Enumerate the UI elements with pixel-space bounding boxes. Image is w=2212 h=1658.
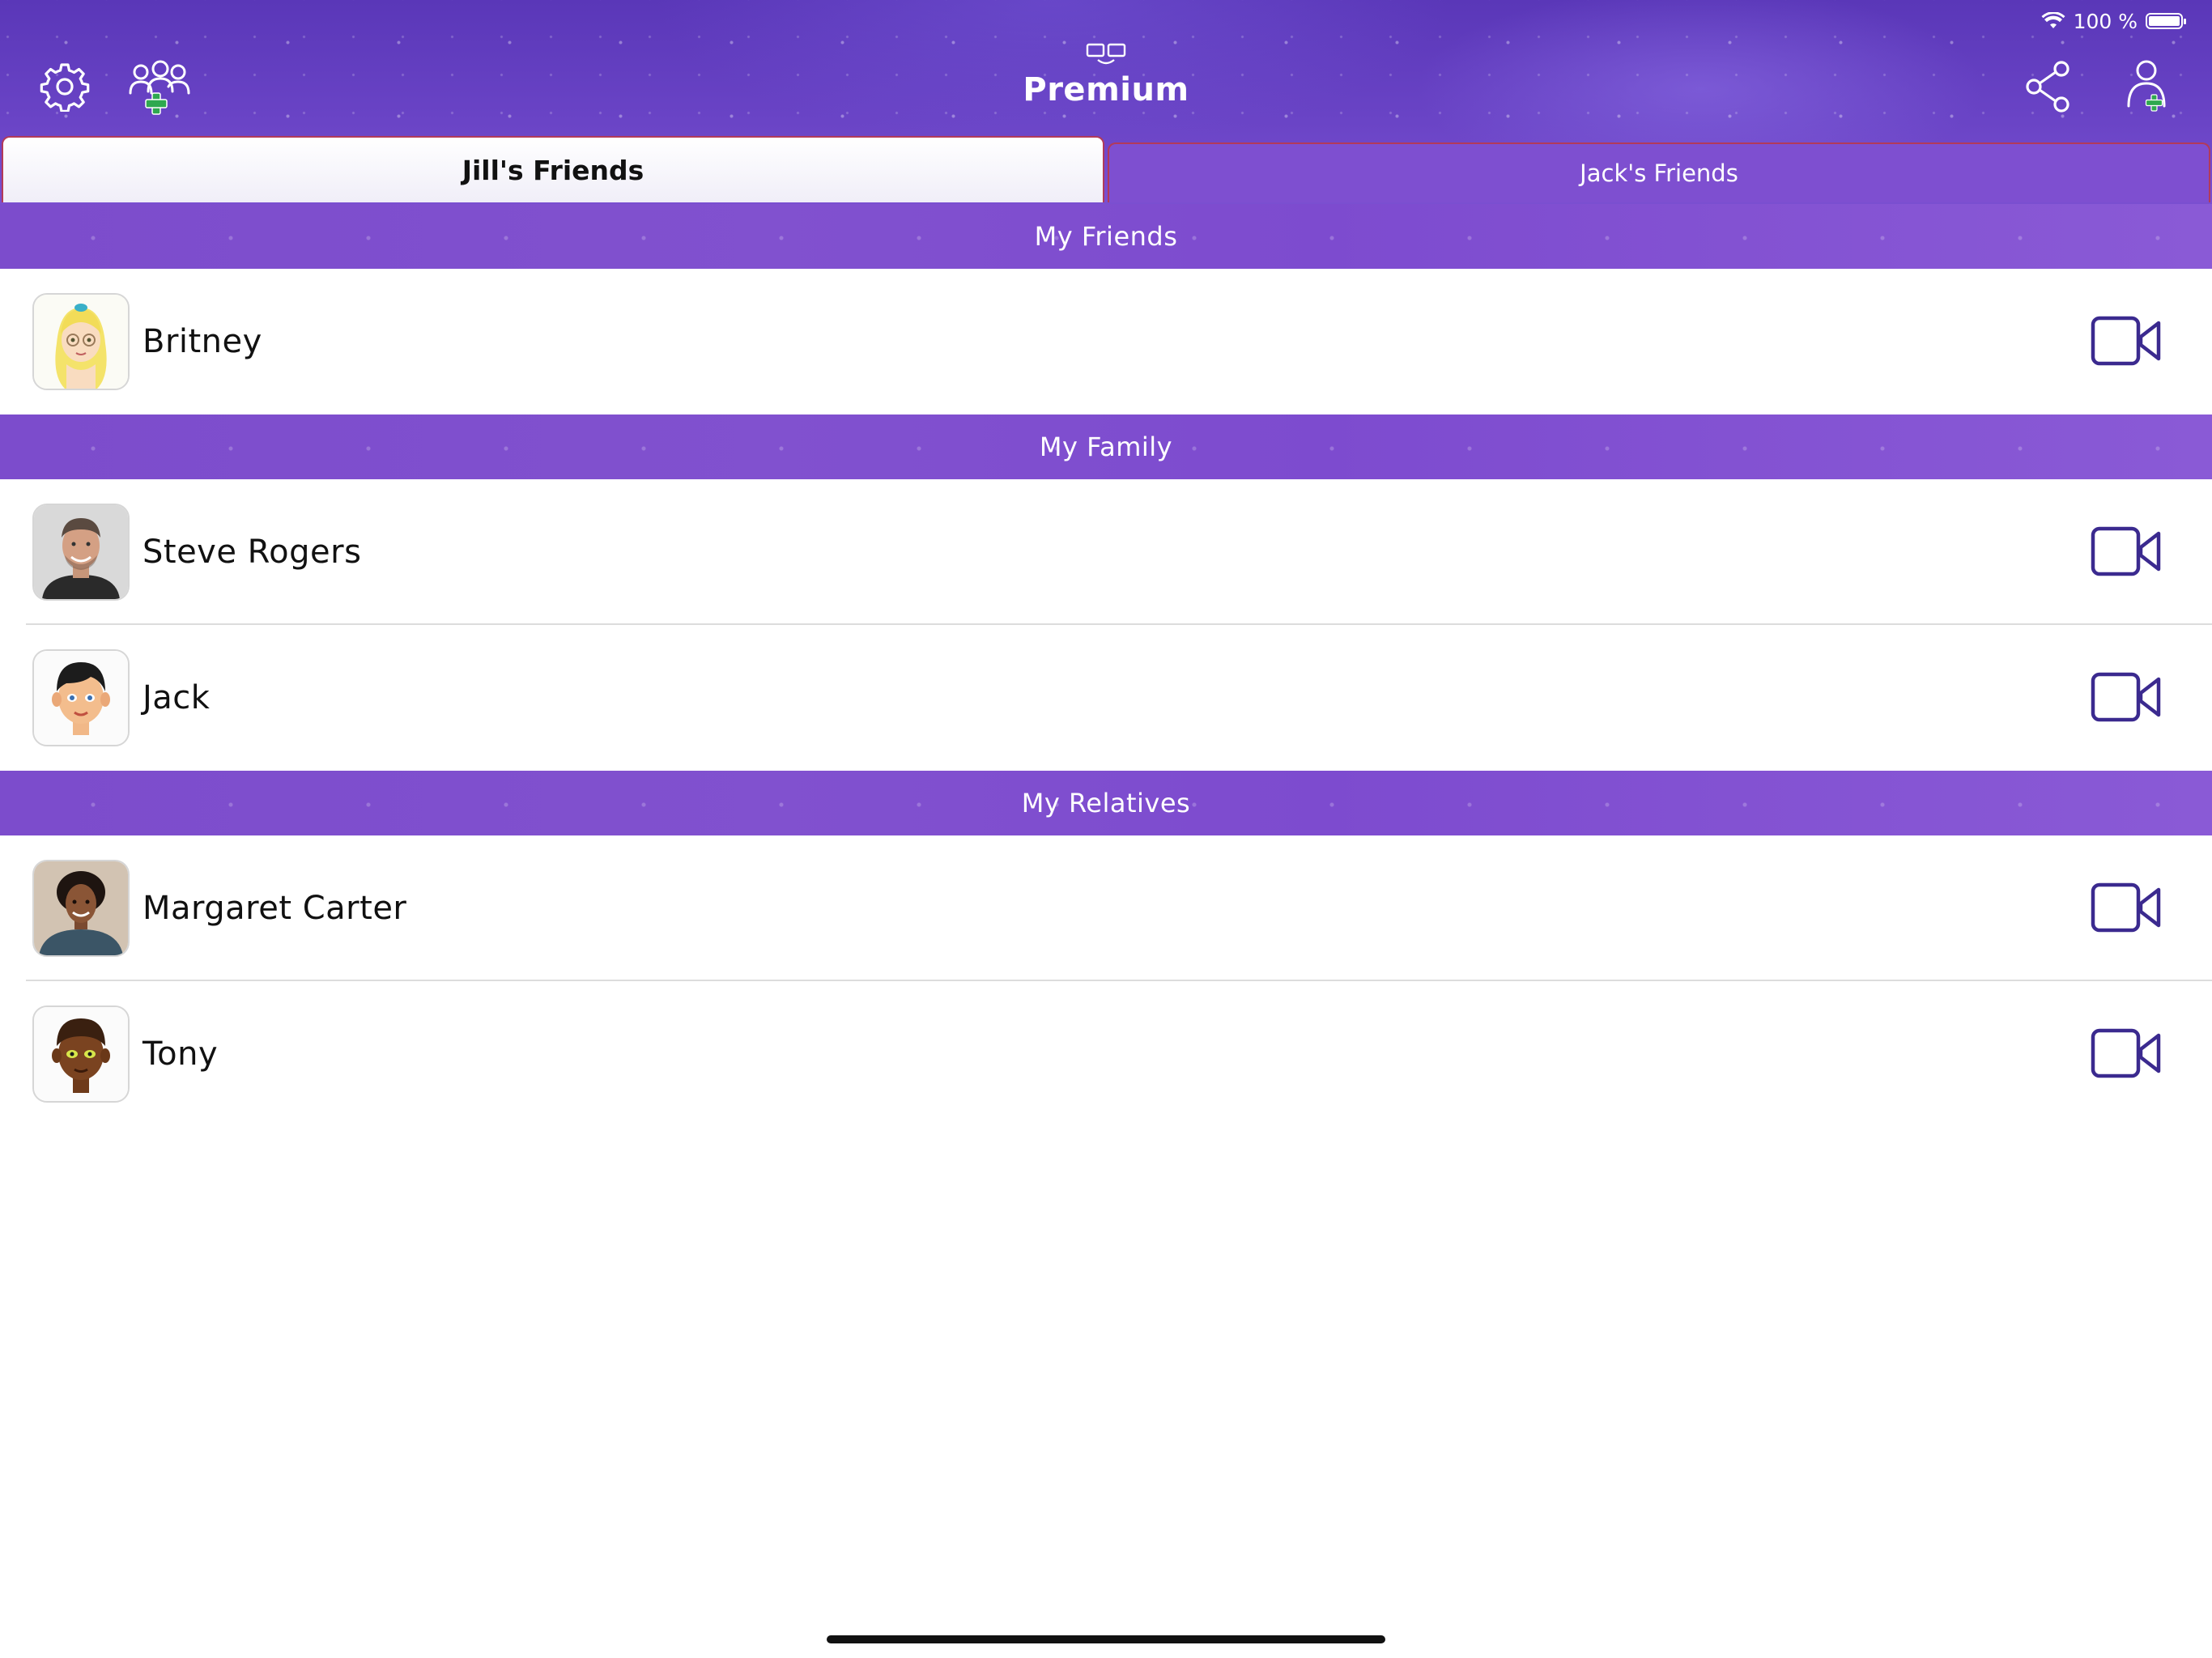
wifi-icon (2041, 12, 2065, 28)
add-user-button[interactable] (2110, 50, 2183, 123)
video-call-button[interactable] (2089, 881, 2167, 936)
video-camera-icon (2091, 316, 2161, 366)
cartoon-boy-dark-avatar[interactable] (32, 1005, 130, 1103)
tab-jills-friends[interactable]: Jill's Friends (2, 136, 1104, 202)
header-bar: 100 % Premium Jill's Friends Jack's Frie… (0, 0, 2212, 204)
video-camera-icon (2091, 882, 2161, 933)
woman-photo-avatar[interactable] (32, 860, 130, 957)
tab-label: Jill's Friends (462, 154, 644, 186)
tab-jacks-friends[interactable]: Jack's Friends (1108, 142, 2210, 202)
contact-name: Tony (143, 1035, 219, 1073)
share-icon (2026, 61, 2069, 113)
video-camera-icon (2091, 526, 2161, 576)
video-call-button[interactable] (2089, 670, 2167, 725)
section-title: My Family (1039, 432, 1173, 462)
contact-name: Margaret Carter (143, 890, 407, 927)
contact-row-britney[interactable]: Britney (0, 269, 2212, 414)
contact-name: Jack (143, 679, 211, 716)
contact-name: Steve Rogers (143, 534, 362, 571)
section-title: My Friends (1034, 221, 1178, 252)
cartoon-boy-avatar[interactable] (32, 649, 130, 746)
battery-percentage: 100 % (2073, 9, 2138, 33)
add-group-icon (129, 60, 190, 115)
premium-label: Premium (1023, 71, 1189, 108)
contact-row-tony[interactable]: Tony (0, 981, 2212, 1127)
man-photo-avatar[interactable] (32, 504, 130, 601)
tab-bar: Jill's Friends Jack's Friends (0, 136, 2212, 204)
app-root: 100 % Premium Jill's Friends Jack's Frie… (0, 0, 2212, 1658)
premium-button[interactable]: Premium (1023, 42, 1189, 115)
share-button[interactable] (2012, 50, 2085, 123)
video-call-button[interactable] (2089, 1027, 2167, 1082)
contact-name: Britney (143, 323, 262, 360)
video-camera-icon (2091, 1028, 2161, 1078)
battery-icon (2146, 13, 2186, 29)
status-bar: 100 % (2041, 5, 2186, 37)
contact-row-jack[interactable]: Jack (0, 625, 2212, 771)
home-indicator (827, 1635, 1385, 1643)
video-call-button[interactable] (2089, 525, 2167, 580)
contact-row-margaret-carter[interactable]: Margaret Carter (0, 835, 2212, 981)
cartoon-blonde-girl-avatar[interactable] (32, 293, 130, 390)
add-user-icon (2127, 60, 2166, 112)
premium-icon (1086, 43, 1126, 65)
section-title: My Relatives (1021, 788, 1191, 818)
add-group-button[interactable] (124, 50, 197, 123)
section-header-my-friends: My Friends (0, 204, 2212, 269)
tab-label: Jack's Friends (1580, 159, 1738, 187)
contact-row-steve-rogers[interactable]: Steve Rogers (0, 479, 2212, 625)
video-camera-icon (2091, 672, 2161, 722)
section-header-my-family: My Family (0, 414, 2212, 479)
settings-button[interactable] (28, 50, 101, 123)
section-header-my-relatives: My Relatives (0, 771, 2212, 835)
gear-icon (40, 63, 90, 112)
video-call-button[interactable] (2089, 314, 2167, 369)
